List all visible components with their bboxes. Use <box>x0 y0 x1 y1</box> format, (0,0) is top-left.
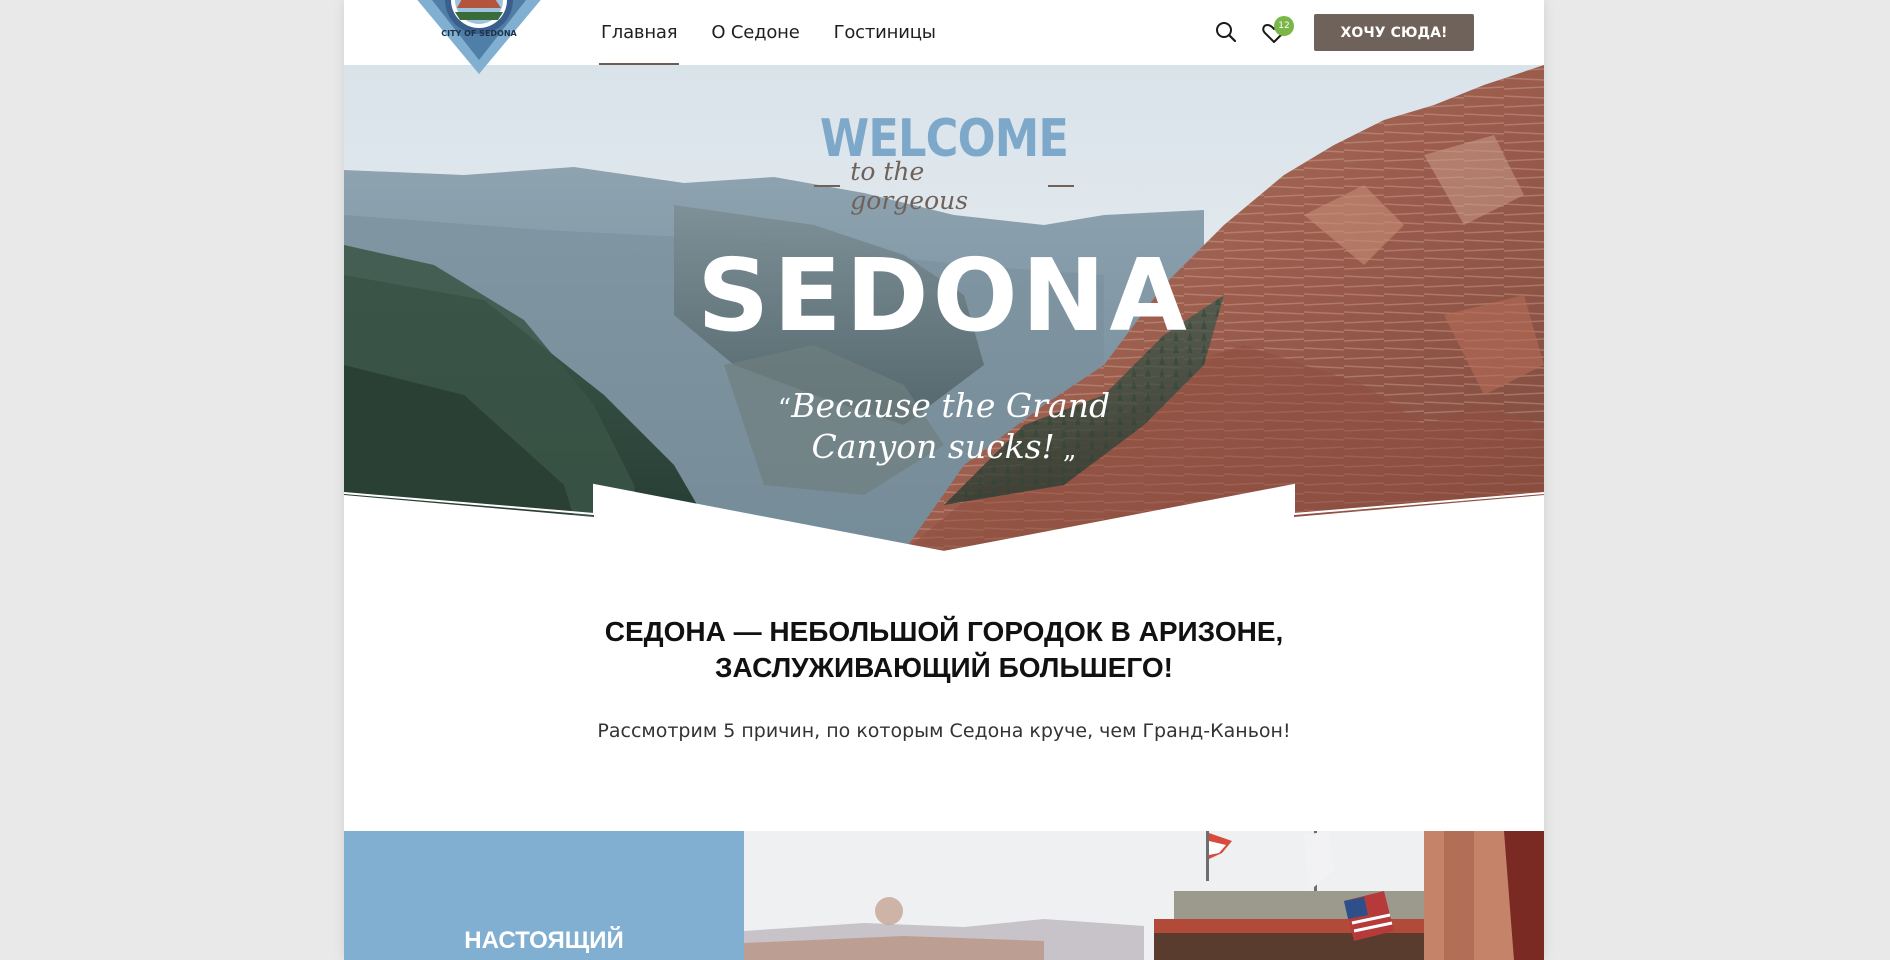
intro-heading: СЕДОНА — НЕБОЛЬШОЙ ГОРОДОК В АРИЗОНЕ, ЗА… <box>344 614 1544 686</box>
hero-title: SEDONA <box>697 237 1191 354</box>
nav-item-hotels[interactable]: Гостиницы <box>832 0 938 65</box>
hero-quote-line1: Because the Grand <box>791 386 1111 425</box>
hero-banner: WELCOME to the gorgeous SEDONA “Because … <box>344 65 1544 551</box>
nav-item-home[interactable]: Главная <box>599 0 680 65</box>
intro-heading-line2: ЗАСЛУЖИВАЮЩИЙ БОЛЬШЕГО! <box>715 652 1173 683</box>
hero-quote-line2: Canyon sucks! <box>811 427 1055 466</box>
city-of-sedona-logo[interactable]: CITY OF SEDONA <box>410 0 548 74</box>
want-here-button[interactable]: ХОЧУ СЮДА! <box>1314 14 1474 51</box>
intro-heading-line1: СЕДОНА — НЕБОЛЬШОЙ ГОРОДОК В АРИЗОНЕ, <box>604 616 1284 647</box>
main-nav: Главная О Седоне Гостиницы <box>599 0 968 65</box>
street-photo <box>744 831 1544 960</box>
hero-subline-text: to the gorgeous <box>850 157 969 215</box>
close-quote-icon: „ <box>1054 435 1077 465</box>
intro-text: Рассмотрим 5 причин, по которым Седона к… <box>597 720 1291 742</box>
favorites-count-badge: 12 <box>1274 16 1294 36</box>
page: WELCOME to the gorgeous SEDONA “Because … <box>344 0 1544 960</box>
section-card: НАСТОЯЩИЙ <box>344 831 744 960</box>
nav-item-about[interactable]: О Седоне <box>709 0 801 65</box>
search-icon[interactable] <box>1214 20 1238 44</box>
open-quote-icon: “ <box>777 394 792 424</box>
hero-quote: “Because the Grand Canyon sucks! „ <box>744 387 1144 469</box>
section-card-title: НАСТОЯЩИЙ <box>464 927 624 954</box>
site-header: CITY OF SEDONA Главная О Седоне Гостиниц… <box>344 0 1544 74</box>
hero-subline: to the gorgeous <box>814 157 1075 215</box>
logo-text: CITY OF SEDONA <box>441 29 517 38</box>
dash-left <box>814 185 841 187</box>
dash-right <box>1047 185 1075 187</box>
